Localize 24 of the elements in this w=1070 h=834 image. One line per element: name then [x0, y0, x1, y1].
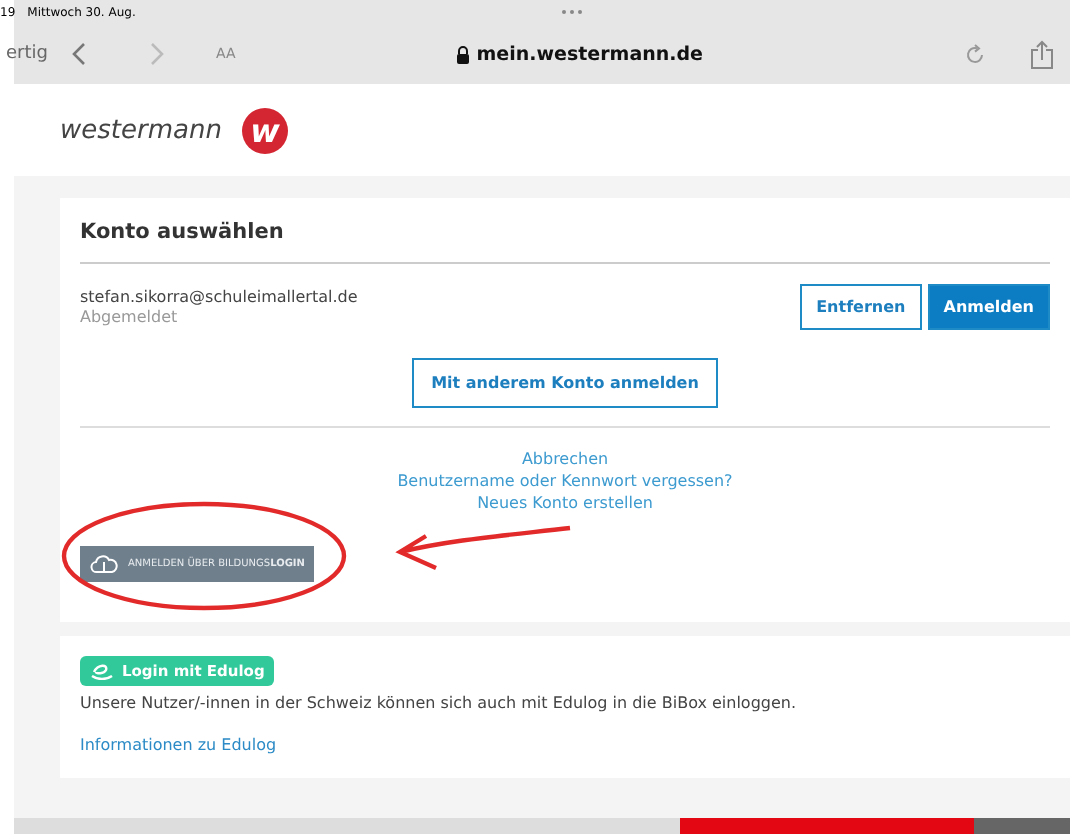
- text-link[interactable]: Neues Konto erstellen: [477, 492, 653, 514]
- text-link[interactable]: Benutzername oder Kennwort vergessen?: [397, 470, 733, 492]
- text-link[interactable]: Abbrechen: [521, 448, 609, 470]
- reload-icon[interactable]: [964, 43, 986, 65]
- other-account-button[interactable]: Mit anderem Konto anmelden: [411, 358, 719, 408]
- forward-icon[interactable]: [147, 42, 164, 66]
- done-button[interactable]: ertig: [6, 44, 48, 64]
- sign-in-button[interactable]: Anmelden: [927, 284, 1050, 330]
- remove-button[interactable]: Entfernen: [800, 284, 922, 330]
- edulog-description: Unsere Nutzer/-innen in der Schweiz können sich auch mit Edulog in die BiBox einloggen.: [80, 694, 799, 712]
- logo-badge[interactable]: w: [241, 107, 288, 153]
- more-icon[interactable]: [560, 8, 584, 16]
- back-icon[interactable]: [71, 42, 88, 66]
- edulog-icon: [90, 662, 114, 680]
- brand-name: westermann: [60, 115, 222, 145]
- edulog-info-link[interactable]: Informationen zu Edulog: [80, 736, 1050, 754]
- cloud-icon: [90, 554, 118, 574]
- share-icon[interactable]: [1030, 39, 1054, 69]
- lock-icon: [456, 45, 471, 63]
- footer-end-bar: [974, 818, 1070, 834]
- account-email: stefan.sikorra@schuleimallertal.de: [80, 288, 360, 306]
- address-field[interactable]: mein.westermann.de: [476, 43, 703, 65]
- account-status: Abgemeldet: [80, 308, 180, 326]
- card-title: Konto auswählen: [80, 214, 1050, 264]
